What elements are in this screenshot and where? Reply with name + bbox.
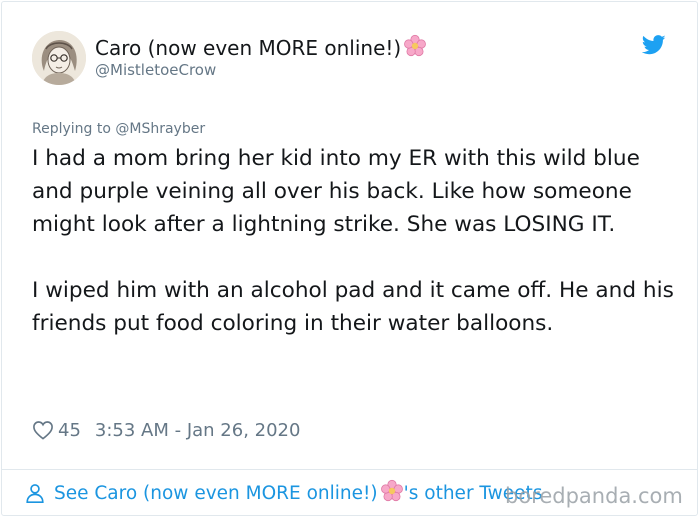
tweet-body: I had a mom bring her kid into my ER wit… xyxy=(32,142,682,340)
author-name-text: Caro (now even MORE online!) xyxy=(95,36,402,60)
like-count[interactable]: 45 xyxy=(58,420,81,441)
site-watermark: boredpanda.com xyxy=(505,484,683,508)
heart-outline-icon[interactable] xyxy=(32,420,54,440)
footer-divider xyxy=(1,469,698,470)
person-icon xyxy=(26,484,44,503)
reply-context[interactable]: Replying to @MShrayber xyxy=(32,120,205,138)
footer-link-prefix: See Caro (now even MORE online!) xyxy=(54,482,378,504)
flower-emoji-icon xyxy=(403,34,427,64)
tweet-meta: 45 3:53 AM - Jan 26, 2020 xyxy=(32,418,300,442)
tweet-timestamp[interactable]: 3:53 AM - Jan 26, 2020 xyxy=(95,420,301,441)
twitter-bird-icon[interactable] xyxy=(641,34,666,56)
tweet-paragraph: I wiped him with an alcohol pad and it c… xyxy=(32,278,674,336)
author-handle[interactable]: @MistletoeCrow xyxy=(95,60,216,80)
flower-emoji-icon xyxy=(380,479,404,508)
author-avatar[interactable] xyxy=(32,31,86,85)
see-other-tweets-link[interactable]: See Caro (now even MORE online!) 's othe… xyxy=(24,479,542,508)
avatar-sketch-image xyxy=(32,31,86,85)
tweet-paragraph: I had a mom bring her kid into my ER wit… xyxy=(32,146,640,237)
